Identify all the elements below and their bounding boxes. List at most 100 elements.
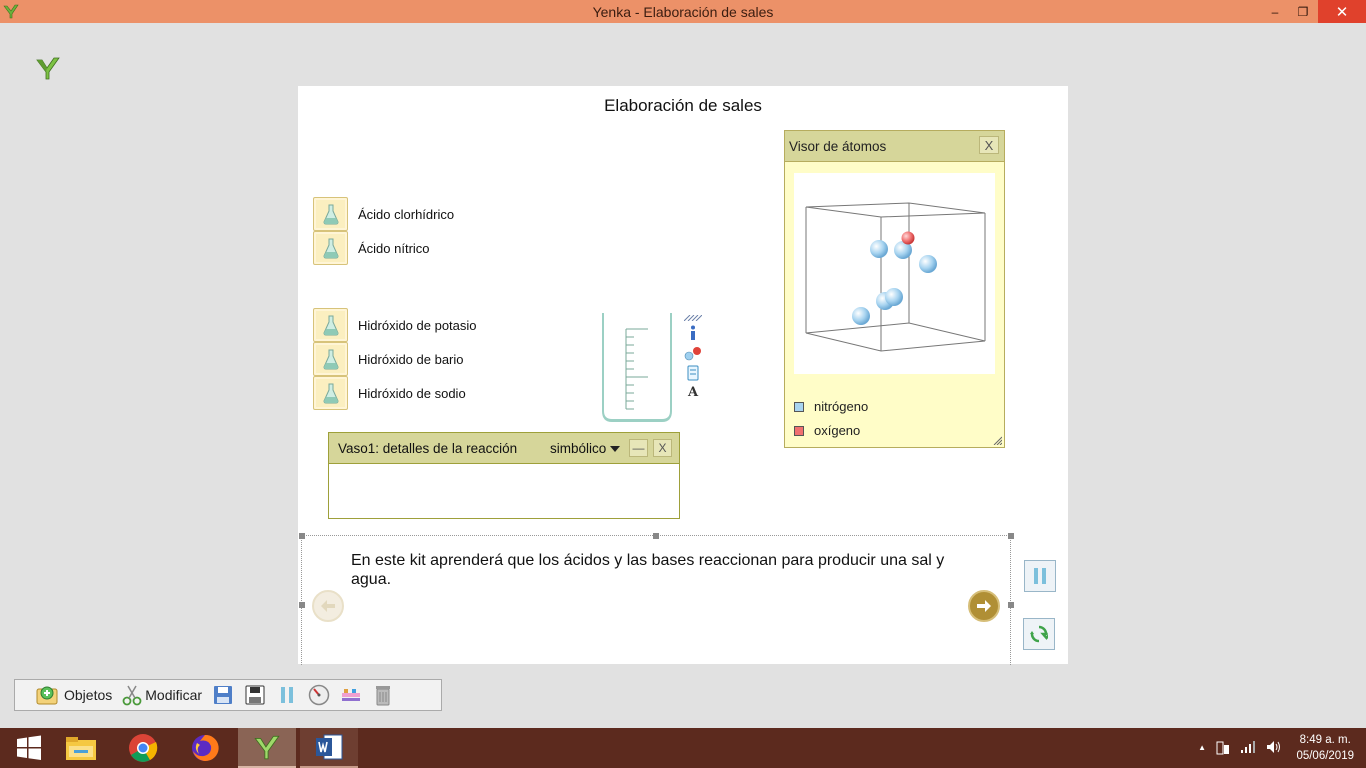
hatch-grip-icon[interactable] — [684, 315, 702, 321]
base-label: Hidróxido de bario — [358, 351, 464, 367]
legend-swatch-oxygen — [794, 425, 804, 436]
word-icon — [316, 734, 343, 760]
window-title: Yenka - Elaboración de sales — [592, 4, 774, 20]
network-signal-icon[interactable] — [1240, 740, 1256, 754]
yenka-icon — [254, 735, 280, 760]
minimize-button[interactable]: – — [1260, 0, 1290, 23]
next-step-button[interactable] — [968, 590, 1000, 622]
legend-label: nitrógeno — [814, 399, 869, 414]
firefox-taskbar-button[interactable] — [176, 728, 234, 768]
arrow-left-icon — [321, 600, 335, 612]
acid-label: Ácido nítrico — [358, 240, 430, 256]
yenka-taskbar-button[interactable] — [238, 728, 296, 768]
resize-handle[interactable] — [299, 533, 305, 539]
beaker[interactable] — [600, 313, 674, 423]
text-tool-icon[interactable]: A — [684, 384, 702, 401]
reset-button[interactable] — [1023, 618, 1055, 650]
pause-button[interactable] — [1024, 560, 1056, 592]
flask-button[interactable] — [313, 342, 348, 376]
flask-icon — [322, 383, 339, 404]
scissors-icon — [122, 685, 142, 706]
beaker-toolbar: A — [682, 315, 704, 401]
reaction-panel-header: Vaso1: detalles de la reacción simbólico… — [329, 433, 679, 464]
folder-icon — [66, 737, 96, 760]
chrome-icon — [129, 734, 158, 762]
maximize-button[interactable]: ❐ — [1288, 0, 1318, 23]
save-as-icon[interactable] — [244, 684, 266, 706]
volume-icon[interactable] — [1266, 740, 1282, 754]
page-title: Elaboración de sales — [604, 96, 762, 115]
resize-handle[interactable] — [299, 602, 305, 608]
chart-tool-icon[interactable] — [340, 684, 362, 706]
reaction-mode-dropdown[interactable]: simbólico — [550, 441, 621, 456]
resize-handle[interactable] — [1008, 533, 1014, 539]
objects-label: Objetos — [64, 687, 113, 703]
refresh-icon — [1030, 625, 1048, 643]
activity-canvas: Elaboración de sales Ácido clorhídrico Á… — [298, 86, 1068, 665]
acid-label: Ácido clorhídrico — [358, 206, 455, 222]
windows-taskbar: ▲ 8:49 a. m. 05/06/2019 — [0, 728, 1366, 768]
base-item-barium[interactable]: Hidróxido de bario — [313, 342, 464, 376]
start-button[interactable] — [0, 728, 58, 768]
acid-item-hydrochloric[interactable]: Ácido clorhídrico — [313, 197, 454, 231]
flask-icon — [322, 204, 339, 225]
objects-button[interactable]: Objetos — [35, 684, 112, 706]
tutorial-text-box[interactable]: En este kit aprenderá que los ácidos y l… — [299, 533, 1014, 665]
save-icon[interactable] — [212, 684, 234, 706]
chrome-taskbar-button[interactable] — [114, 728, 172, 768]
legend-item-oxygen: oxígeno — [794, 423, 860, 438]
base-label: Hidróxido de sodio — [358, 385, 466, 401]
yenka-logo-icon[interactable] — [34, 54, 62, 82]
tray-expand-icon[interactable]: ▲ — [1198, 740, 1206, 756]
clock-date: 05/06/2019 — [1296, 750, 1354, 762]
tutorial-text: En este kit aprenderá que los ácidos y l… — [351, 552, 945, 588]
legend-label: oxígeno — [814, 423, 861, 438]
speed-dial-icon[interactable] — [308, 684, 330, 706]
taskbar-clock[interactable]: 8:49 a. m. 05/06/2019 — [1296, 732, 1354, 764]
acid-item-nitric[interactable]: Ácido nítrico — [313, 231, 430, 265]
atom-viewer-header: Visor de átomos X — [785, 131, 1004, 162]
title-bar: Yenka - Elaboración de sales – ❐ ✕ — [0, 0, 1366, 23]
tablet-mode-icon[interactable] — [1216, 740, 1230, 756]
modify-button[interactable]: Modificar — [122, 684, 202, 706]
atoms-icon[interactable] — [684, 344, 702, 361]
previous-step-button[interactable] — [312, 590, 344, 622]
reaction-panel-title: Vaso1: detalles de la reacción — [338, 440, 518, 456]
trash-icon[interactable] — [372, 684, 394, 706]
legend-item-nitrogen: nitrógeno — [794, 399, 868, 414]
base-item-sodium[interactable]: Hidróxido de sodio — [313, 376, 466, 410]
beaker-detail-icon[interactable] — [684, 364, 702, 381]
flask-button[interactable] — [313, 197, 348, 231]
flask-button[interactable] — [313, 376, 348, 410]
info-icon[interactable] — [684, 324, 702, 341]
main-toolbar: Objetos Modificar — [14, 679, 442, 711]
file-explorer-taskbar-button[interactable] — [52, 728, 110, 768]
firefox-icon — [192, 734, 219, 761]
flask-icon — [322, 349, 339, 370]
atom-viewer-close-button[interactable]: X — [979, 136, 999, 154]
windows-logo-icon — [17, 735, 41, 760]
atom-3d-view[interactable] — [794, 173, 995, 374]
atom-viewer-panel: Visor de átomos X nitrógeno oxígeno — [784, 130, 1005, 448]
resize-handle[interactable] — [653, 533, 659, 539]
base-label: Hidróxido de potasio — [358, 317, 477, 333]
resize-handle[interactable] — [1008, 602, 1014, 608]
modify-label: Modificar — [145, 687, 203, 703]
flask-button[interactable] — [313, 308, 348, 342]
atom-viewer-title: Visor de átomos — [789, 138, 887, 154]
legend-swatch-nitrogen — [794, 401, 804, 412]
flask-button[interactable] — [313, 231, 348, 265]
base-item-potassium[interactable]: Hidróxido de potasio — [313, 308, 477, 342]
word-taskbar-button[interactable] — [300, 728, 358, 768]
arrow-right-icon — [977, 600, 991, 612]
close-button[interactable]: ✕ — [1318, 0, 1366, 23]
chevron-down-icon — [610, 445, 621, 452]
reaction-panel-minimize-button[interactable]: — — [629, 439, 648, 457]
reaction-panel-close-button[interactable]: X — [653, 439, 672, 457]
resize-grip-icon[interactable] — [992, 435, 1002, 445]
toolbar-pause-icon[interactable] — [276, 684, 298, 706]
add-objects-icon — [36, 686, 58, 705]
flask-icon — [322, 315, 339, 336]
flask-icon — [322, 238, 339, 259]
system-tray: ▲ — [1198, 740, 1282, 756]
